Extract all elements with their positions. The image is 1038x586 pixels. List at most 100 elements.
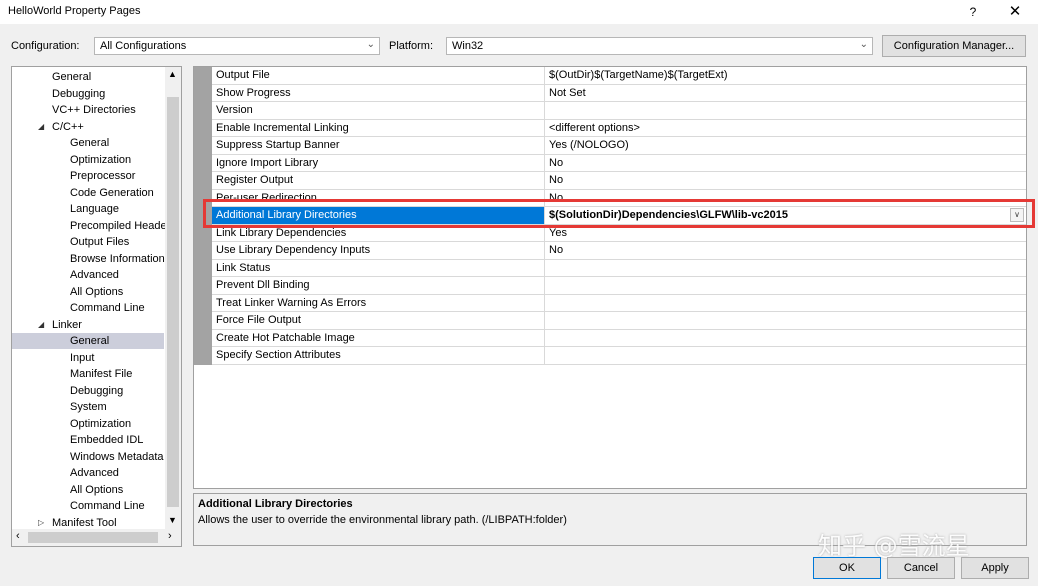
- property-name: Use Library Dependency Inputs: [216, 244, 371, 256]
- tree-item[interactable]: Code Generation: [12, 185, 164, 201]
- tree-item[interactable]: Browse Information: [12, 251, 165, 267]
- scroll-down-icon[interactable]: ▼: [168, 515, 177, 525]
- highlight-annotation: [203, 199, 1035, 228]
- property-name: Output File: [216, 69, 270, 81]
- tree-item[interactable]: Optimization: [12, 416, 164, 432]
- apply-button[interactable]: Apply: [961, 557, 1029, 579]
- configuration-manager-label: Configuration Manager...: [893, 40, 1015, 52]
- property-value[interactable]: Yes: [549, 227, 567, 239]
- property-value[interactable]: No: [549, 157, 563, 169]
- property-row[interactable]: Show Progress Not Set: [212, 84, 1026, 102]
- tree-item-label: Output Files: [70, 236, 130, 248]
- tree-item[interactable]: Advanced: [12, 465, 164, 481]
- tree-item[interactable]: Preprocessor: [12, 168, 164, 184]
- property-value[interactable]: Not Set: [549, 87, 586, 99]
- tree-item[interactable]: Command Line: [12, 300, 164, 316]
- property-row[interactable]: Prevent Dll Binding: [212, 277, 1026, 295]
- property-name: Register Output: [216, 174, 294, 186]
- tree-item[interactable]: Input: [12, 350, 164, 366]
- tree-item[interactable]: Windows Metadata: [12, 449, 164, 465]
- title-bar: [0, 0, 1038, 24]
- platform-dropdown[interactable]: Win32 ⌄: [446, 37, 873, 55]
- tree-item[interactable]: Debugging: [12, 383, 164, 399]
- tree-item-label: Language: [70, 203, 119, 215]
- property-row[interactable]: Treat Linker Warning As Errors: [212, 294, 1026, 312]
- tree-item[interactable]: Embedded IDL: [12, 432, 164, 448]
- tree-item[interactable]: General: [12, 135, 164, 151]
- property-row[interactable]: Output File $(OutDir)$(TargetName)$(Targe…: [212, 67, 1026, 85]
- tree-horizontal-scrollbar[interactable]: ‹ ›: [12, 529, 181, 546]
- property-row[interactable]: Register Output No: [212, 172, 1026, 190]
- help-button[interactable]: ?: [962, 1, 984, 23]
- tree-item[interactable]: VC++ Directories: [12, 102, 164, 118]
- tree-scroll-thumb[interactable]: [167, 97, 179, 507]
- property-value[interactable]: Yes (/NOLOGO): [549, 139, 629, 151]
- description-text: Allows the user to override the environm…: [198, 514, 567, 526]
- property-tree[interactable]: General Debugging VC++ Directories ◢ C/C++ Ge…: [11, 66, 182, 547]
- scroll-left-icon[interactable]: ‹: [16, 530, 20, 542]
- tree-item-label: Manifest File: [70, 368, 133, 380]
- tree-item-label: System: [70, 401, 107, 413]
- tree-item-label: VC++ Directories: [52, 104, 136, 116]
- column-divider: [544, 312, 545, 329]
- tree-item[interactable]: Command Line: [12, 498, 164, 514]
- tree-item[interactable]: Optimization: [12, 152, 164, 168]
- property-name: Link Library Dependencies: [216, 226, 347, 239]
- property-row[interactable]: Link Status: [212, 259, 1026, 277]
- property-name: Enable Incremental Linking: [216, 121, 349, 134]
- column-divider: [544, 242, 545, 259]
- tree-item[interactable]: Language: [12, 201, 164, 217]
- tree-item[interactable]: Output Files: [12, 234, 164, 250]
- column-divider: [544, 119, 545, 136]
- tree-vertical-scrollbar[interactable]: ▲ ▼: [165, 67, 181, 529]
- property-row[interactable]: Specify Section Attributes: [212, 347, 1026, 365]
- tree-item-label: Command Line: [70, 500, 145, 512]
- property-value[interactable]: No: [549, 244, 563, 256]
- property-value[interactable]: <different options>: [549, 122, 640, 134]
- column-divider: [544, 137, 545, 154]
- tree-item-label: Debugging: [70, 384, 124, 397]
- configuration-manager-button[interactable]: Configuration Manager...: [882, 35, 1026, 57]
- cancel-label: Cancel: [903, 562, 939, 574]
- tree-item[interactable]: General: [12, 333, 164, 349]
- close-button[interactable]: ✕: [1004, 1, 1026, 23]
- property-row[interactable]: Version: [212, 102, 1026, 120]
- tree-item[interactable]: Precompiled Heade: [12, 218, 167, 234]
- tree-item-label: Debugging: [52, 87, 106, 100]
- tree-item[interactable]: Debugging: [12, 86, 164, 102]
- tree-item-label: General: [70, 137, 110, 149]
- tree-item[interactable]: Advanced: [12, 267, 164, 283]
- tree-item-label: Browse Information: [70, 252, 165, 265]
- tree-item[interactable]: ◢ C/C++: [12, 119, 164, 135]
- tree-item-label: C/C++: [52, 120, 84, 133]
- tree-item[interactable]: System: [12, 399, 164, 415]
- column-divider: [544, 67, 545, 84]
- tree-item[interactable]: General: [12, 69, 164, 85]
- apply-label: Apply: [981, 562, 1009, 574]
- expanded-arrow-icon[interactable]: ◢: [38, 317, 48, 333]
- property-row[interactable]: Create Hot Patchable Image: [212, 329, 1026, 347]
- tree-item[interactable]: ◢ Linker: [12, 317, 164, 333]
- configuration-dropdown[interactable]: All Configurations ⌄: [94, 37, 380, 55]
- tree-item[interactable]: All Options: [12, 284, 164, 300]
- tree-item[interactable]: All Options: [12, 482, 164, 498]
- scroll-up-icon[interactable]: ▲: [168, 69, 177, 79]
- property-name: Link Status: [216, 261, 271, 274]
- property-row[interactable]: Ignore Import Library No: [212, 154, 1026, 172]
- property-grid[interactable]: Output File $(OutDir)$(TargetName)$(Targe…: [193, 66, 1027, 489]
- property-name: Create Hot Patchable Image: [216, 331, 355, 344]
- cancel-button[interactable]: Cancel: [887, 557, 955, 579]
- property-row[interactable]: Force File Output: [212, 312, 1026, 330]
- scroll-right-icon[interactable]: ›: [168, 530, 172, 542]
- tree-hscroll-thumb[interactable]: [28, 532, 158, 543]
- column-divider: [544, 294, 545, 311]
- property-value[interactable]: $(OutDir)$(TargetName)$(TargetExt): [549, 69, 728, 81]
- property-row[interactable]: Use Library Dependency Inputs No: [212, 242, 1026, 260]
- property-row[interactable]: Enable Incremental Linking <different opt…: [212, 119, 1026, 137]
- ok-button[interactable]: OK: [813, 557, 881, 579]
- expanded-arrow-icon[interactable]: ◢: [38, 119, 48, 135]
- property-name: Show Progress: [216, 86, 291, 99]
- property-value[interactable]: No: [549, 174, 563, 186]
- property-row[interactable]: Suppress Startup Banner Yes (/NOLOGO): [212, 137, 1026, 155]
- tree-item[interactable]: Manifest File: [12, 366, 164, 382]
